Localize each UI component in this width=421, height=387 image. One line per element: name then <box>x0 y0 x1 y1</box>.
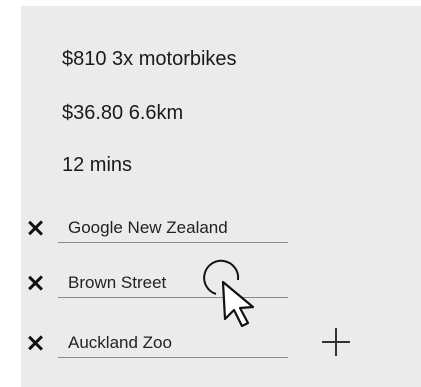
stop-input[interactable]: Brown Street <box>58 265 288 298</box>
stop-input[interactable]: Auckland Zoo <box>58 325 288 358</box>
remove-stop-close-icon[interactable] <box>26 333 46 353</box>
trip-duration: 12 mins <box>62 154 133 176</box>
stop-row: Brown Street <box>26 265 296 299</box>
remove-stop-close-icon[interactable] <box>26 218 46 238</box>
add-stop-plus-icon[interactable] <box>316 322 356 362</box>
stop-input[interactable]: Google New Zealand <box>58 210 288 243</box>
stop-row: Auckland Zoo <box>26 325 296 359</box>
stop-row: Google New Zealand <box>26 210 296 244</box>
total-cost-vehicles: $810 3x motorbikes <box>62 48 237 70</box>
remove-stop-close-icon[interactable] <box>26 273 46 293</box>
fare-distance: $36.80 6.6km <box>62 102 184 124</box>
